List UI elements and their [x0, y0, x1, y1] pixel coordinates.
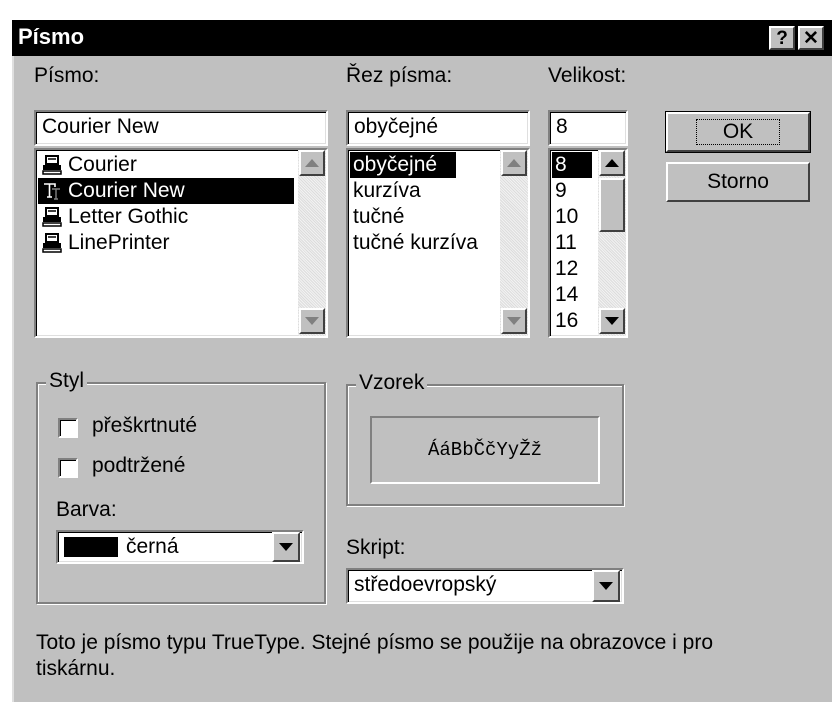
scroll-up-arrow-icon — [605, 159, 619, 167]
strikeout-label[interactable]: přeškrtnuté — [92, 414, 197, 438]
close-button[interactable]: ✕ — [798, 26, 824, 50]
script-select[interactable]: středoevropský — [346, 568, 624, 604]
size-scroll-up-button[interactable] — [599, 150, 625, 176]
scroll-down-arrow-icon — [605, 317, 619, 325]
font-list-scrollbar[interactable] — [298, 150, 326, 336]
effects-group-title: Styl — [46, 369, 88, 393]
printer-font-icon — [42, 207, 62, 227]
size-list-item[interactable]: 10 — [552, 204, 592, 230]
size-input[interactable]: 8 — [548, 110, 628, 146]
ok-button[interactable]: OK — [665, 111, 811, 153]
sample-group-title: Vzorek — [356, 371, 428, 395]
script-value: středoevropský — [354, 573, 497, 596]
ok-button-label: OK — [695, 119, 781, 145]
script-dropdown-button[interactable] — [592, 570, 620, 602]
underline-label[interactable]: podtržené — [92, 454, 185, 478]
font-label: Písmo: — [34, 64, 99, 88]
size-label: Velikost: — [548, 64, 627, 87]
printer-font-icon — [42, 155, 62, 175]
style-scroll-up-button[interactable] — [501, 150, 527, 176]
font-list-item[interactable]: Letter Gothic — [38, 204, 294, 230]
script-label: Skript: — [346, 536, 406, 559]
title-bar: Písmo ? ✕ — [12, 20, 832, 56]
scroll-up-arrow-icon — [507, 159, 521, 167]
color-select[interactable]: černá — [56, 530, 304, 564]
size-list-item[interactable]: 9 — [552, 178, 592, 204]
font-scroll-up-button[interactable] — [299, 150, 325, 176]
style-list-item[interactable]: obyčejné — [350, 152, 456, 178]
font-list-item[interactable]: Courier New — [38, 178, 294, 204]
size-list-item[interactable]: 8 — [552, 152, 592, 178]
font-label-text: Písmo: — [34, 64, 100, 87]
style-scroll-down-button[interactable] — [501, 308, 527, 334]
font-name-input[interactable]: Courier New — [34, 110, 328, 146]
font-list-item[interactable]: Courier — [38, 152, 294, 178]
scroll-up-arrow-icon — [305, 159, 319, 167]
color-label: Barva: — [56, 498, 117, 521]
font-scroll-down-button[interactable] — [299, 308, 325, 334]
color-value: černá — [126, 535, 179, 558]
font-name-value: Courier New — [42, 115, 159, 138]
size-list-scrollbar[interactable] — [598, 150, 626, 336]
style-list-item[interactable]: kurzíva — [350, 178, 498, 204]
sample-text: ÁáBbČčYyŽž — [427, 439, 543, 461]
font-list-item[interactable]: LinePrinter — [38, 230, 294, 256]
size-scroll-thumb[interactable] — [599, 178, 625, 232]
printer-font-icon — [42, 233, 62, 253]
chevron-down-icon — [599, 582, 613, 590]
color-dropdown-button[interactable] — [272, 532, 300, 562]
size-list-item[interactable]: 12 — [552, 256, 592, 282]
scroll-down-arrow-icon — [507, 317, 521, 325]
size-list-item[interactable]: 16 — [552, 308, 592, 334]
style-list-item[interactable]: tučné kurzíva — [350, 230, 498, 256]
font-list-item-label: Letter Gothic — [68, 205, 189, 228]
size-value: 8 — [556, 115, 568, 138]
font-list-item-label: Courier New — [68, 179, 185, 202]
cancel-button[interactable]: Storno — [666, 162, 810, 202]
style-list-item[interactable]: tučné — [350, 204, 498, 230]
size-list-item[interactable]: 14 — [552, 282, 592, 308]
sample-preview: ÁáBbČčYyŽž — [370, 416, 600, 484]
underline-checkbox[interactable] — [58, 458, 78, 478]
font-list-item-label: LinePrinter — [68, 231, 170, 254]
truetype-font-icon — [44, 183, 60, 200]
strikeout-checkbox[interactable] — [58, 418, 78, 438]
scroll-down-arrow-icon — [305, 317, 319, 325]
style-list-scrollbar[interactable] — [500, 150, 528, 336]
color-swatch — [64, 537, 118, 557]
style-value: obyčejné — [354, 115, 439, 138]
chevron-down-icon — [279, 543, 293, 551]
font-list[interactable]: Courier Courier New Letter Gothic LinePrint… — [34, 148, 328, 338]
size-list[interactable]: 8 9 10 11 12 14 16 — [548, 148, 628, 338]
style-label: Řez písma: — [346, 64, 453, 87]
font-list-item-label: Courier — [68, 153, 137, 176]
font-description: Toto je písmo typu TrueType. Stejné písm… — [36, 631, 714, 680]
style-list[interactable]: obyčejné kurzíva tučné tučné kurzíva — [346, 148, 530, 338]
size-list-item[interactable]: 11 — [552, 230, 592, 256]
size-scroll-down-button[interactable] — [599, 308, 625, 334]
window-title: Písmo — [18, 24, 85, 49]
help-button[interactable]: ? — [769, 26, 795, 50]
cancel-button-label: Storno — [707, 170, 769, 193]
style-input[interactable]: obyčejné — [346, 110, 530, 146]
